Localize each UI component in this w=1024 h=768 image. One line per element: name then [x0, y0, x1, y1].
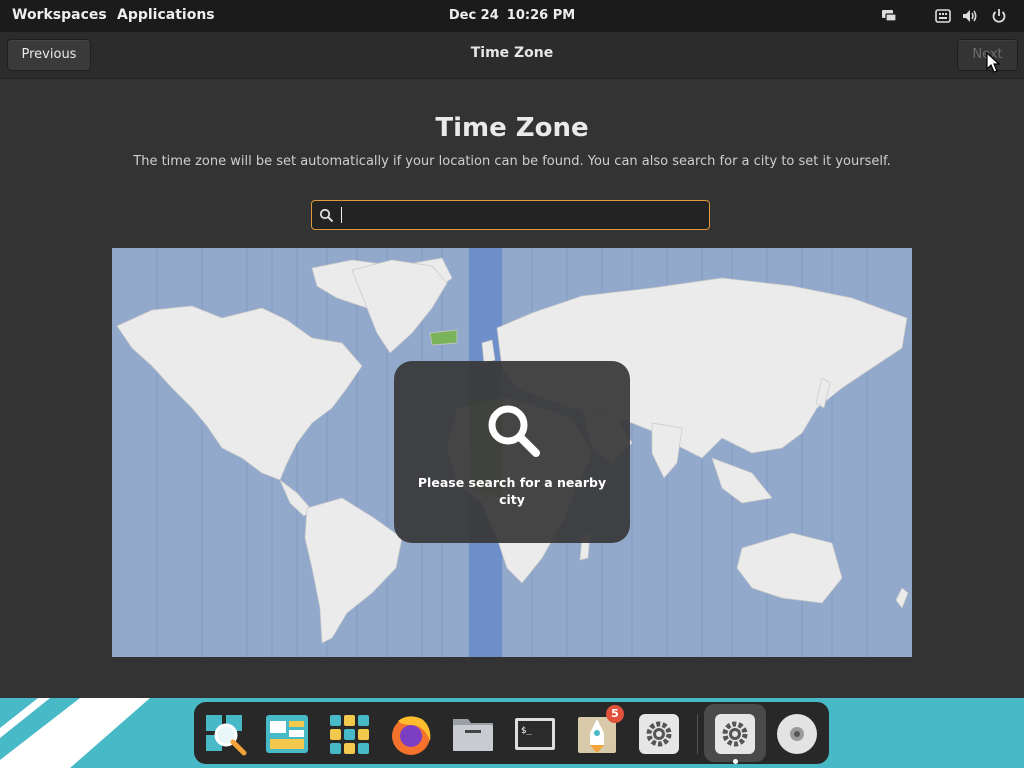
- window-header: Previous Time Zone Next: [0, 32, 1024, 79]
- svg-text:$_: $_: [521, 726, 532, 736]
- mouse-cursor-icon: [986, 52, 1000, 73]
- text-caret: [341, 207, 342, 223]
- clock-time[interactable]: 10:26 PM: [507, 8, 575, 23]
- workspaces-button[interactable]: Workspaces: [12, 7, 107, 23]
- city-search-input[interactable]: [340, 204, 704, 228]
- dock: $_ 5: [194, 702, 829, 764]
- disc-icon: [777, 714, 817, 754]
- settings-icon: [639, 714, 679, 754]
- search-hint-text: Please search for a nearby city: [417, 475, 607, 507]
- dock-item-firefox[interactable]: [388, 711, 434, 757]
- magnifier-icon: [488, 405, 540, 457]
- running-indicator: [733, 759, 738, 764]
- dock-item-files-layout[interactable]: [264, 711, 310, 757]
- volume-icon[interactable]: [961, 7, 979, 25]
- notification-badge: 5: [606, 705, 624, 723]
- city-search-field[interactable]: [311, 200, 710, 230]
- firefox-icon: [392, 716, 431, 755]
- page-heading: Time Zone: [435, 113, 589, 143]
- keyboard-icon[interactable]: [934, 7, 952, 25]
- page-description: The time zone will be set automatically …: [133, 154, 891, 169]
- search-app-icon: [206, 715, 247, 756]
- files-layout-icon: [266, 715, 308, 753]
- dock-item-file-manager[interactable]: [450, 711, 496, 757]
- file-manager-icon: [453, 719, 493, 751]
- dock-separator: [697, 714, 698, 754]
- applications-button[interactable]: Applications: [117, 7, 215, 23]
- dock-item-search[interactable]: [202, 711, 248, 757]
- clock-date[interactable]: Dec 24: [449, 8, 499, 23]
- power-icon[interactable]: [990, 7, 1008, 25]
- top-panel: Workspaces Applications Dec 24 10:26 PM: [0, 0, 1024, 32]
- window-title: Time Zone: [470, 45, 554, 61]
- search-icon: [319, 208, 334, 223]
- dock-item-terminal[interactable]: $_: [512, 711, 558, 757]
- dock-item-settings-active[interactable]: [712, 711, 758, 757]
- display-icon[interactable]: [880, 7, 898, 25]
- dock-item-settings[interactable]: [636, 711, 682, 757]
- previous-button[interactable]: Previous: [7, 39, 91, 71]
- app-grid-icon: [330, 715, 369, 754]
- settings-active-icon: [715, 714, 755, 754]
- dock-item-disc[interactable]: [774, 711, 820, 757]
- search-hint-overlay: Please search for a nearby city: [394, 361, 630, 543]
- dock-item-launch-notes[interactable]: 5: [574, 705, 624, 757]
- terminal-icon: $_: [515, 718, 555, 750]
- dock-item-app-grid[interactable]: [326, 711, 372, 757]
